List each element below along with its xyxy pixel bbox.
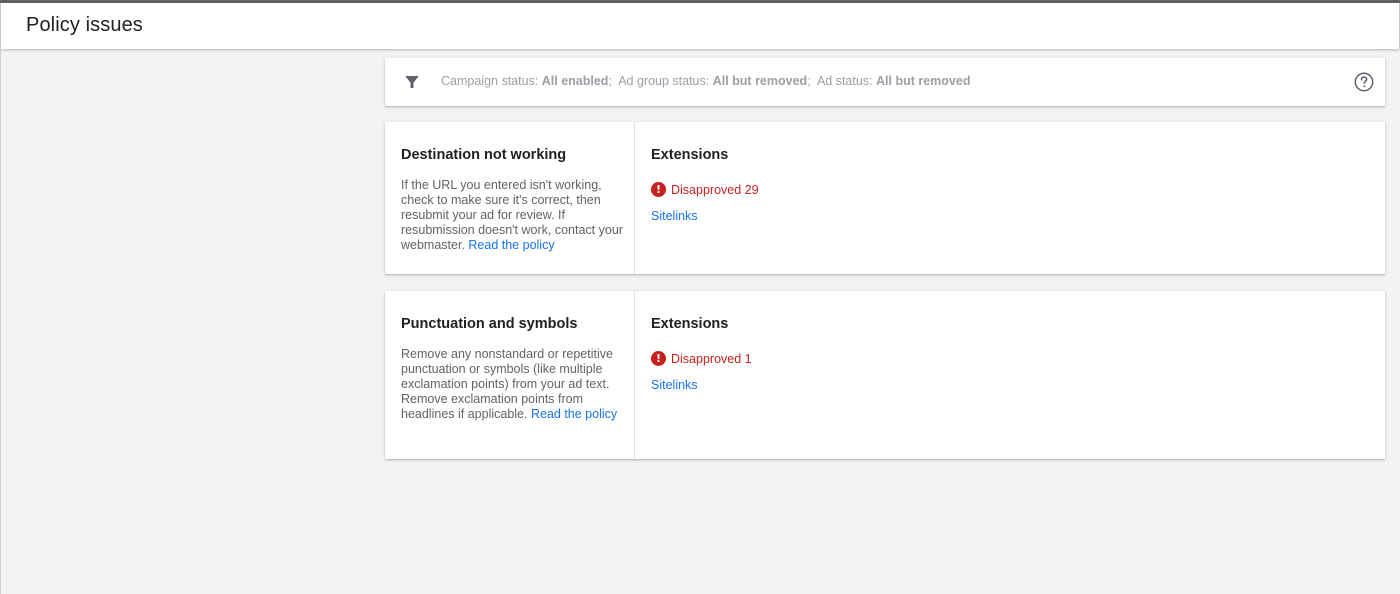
- filter-separator: ;: [608, 74, 612, 88]
- filter-bar[interactable]: Campaign status: All enabled; Ad group s…: [385, 58, 1385, 106]
- filter-value-ad-group: All but removed: [712, 74, 808, 88]
- sitelinks-link[interactable]: Sitelinks: [651, 378, 698, 392]
- policy-issue-card: Destination not working If the URL you e…: [385, 122, 1385, 274]
- status-row: ! Disapproved 29: [651, 181, 759, 198]
- status-row: ! Disapproved 1: [651, 350, 752, 367]
- help-circle-icon[interactable]: [1353, 71, 1375, 93]
- issue-info: Punctuation and symbols Remove any nonst…: [385, 291, 635, 459]
- status-badge: Disapproved 1: [671, 351, 752, 366]
- issue-title: Punctuation and symbols: [401, 316, 578, 332]
- issue-details: Extensions ! Disapproved 1 Sitelinks: [635, 291, 1385, 459]
- status-badge: Disapproved 29: [671, 182, 759, 197]
- error-icon: !: [651, 351, 666, 367]
- left-divider: [0, 49, 1, 594]
- filter-separator: ;: [807, 74, 811, 88]
- issue-category: Extensions: [651, 147, 729, 163]
- filter-summary[interactable]: Campaign status: All enabled; Ad group s…: [441, 74, 970, 88]
- read-policy-link[interactable]: Read the policy: [468, 238, 554, 252]
- filter-value-ad: All but removed: [876, 74, 971, 88]
- issue-description: If the URL you entered isn't working, ch…: [401, 178, 623, 253]
- issue-details: Extensions ! Disapproved 29 Sitelinks: [635, 122, 1385, 274]
- sitelinks-link[interactable]: Sitelinks: [651, 209, 698, 223]
- error-icon: !: [651, 182, 666, 198]
- issue-category: Extensions: [651, 316, 729, 332]
- filter-label-campaign: Campaign status:: [441, 74, 539, 88]
- filter-value-campaign: All enabled: [541, 74, 609, 88]
- policy-issue-card: Punctuation and symbols Remove any nonst…: [385, 291, 1385, 459]
- filter-label-ad-group: Ad group status:: [618, 74, 710, 88]
- read-policy-link[interactable]: Read the policy: [531, 407, 617, 421]
- issue-info: Destination not working If the URL you e…: [385, 122, 635, 274]
- page-header: Policy issues: [0, 3, 1400, 49]
- issue-title: Destination not working: [401, 147, 567, 163]
- page-title: Policy issues: [26, 14, 143, 36]
- issue-description: Remove any nonstandard or repetitive pun…: [401, 347, 623, 422]
- filter-label-ad: Ad status:: [816, 74, 873, 88]
- filter-icon[interactable]: [403, 73, 421, 91]
